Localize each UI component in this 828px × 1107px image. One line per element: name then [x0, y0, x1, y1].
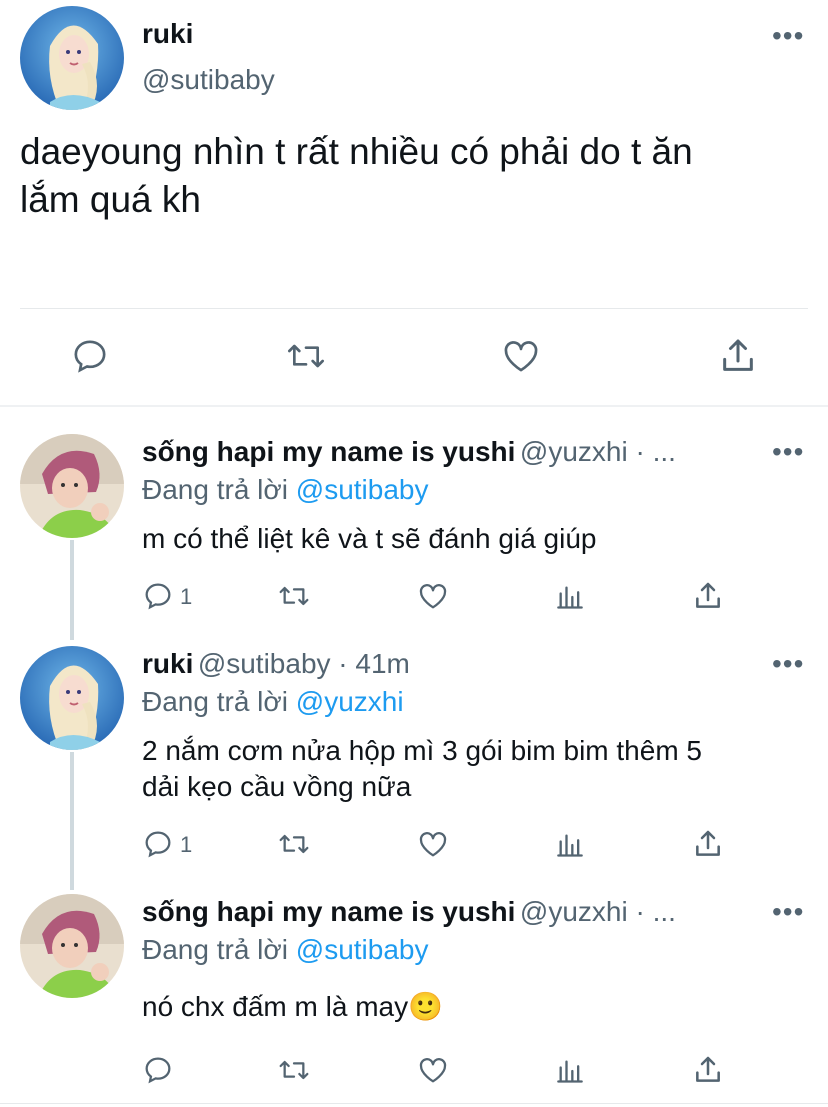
display-name[interactable]: sống hapi my name is yushi [142, 436, 515, 467]
retweet-icon[interactable] [276, 580, 312, 612]
replying-to-link[interactable]: @yuzxhi [296, 686, 404, 717]
analytics-icon[interactable] [556, 830, 584, 860]
more-options-icon[interactable]: ••• [772, 650, 804, 678]
reply-text-line1: 2 nắm cơm nửa hộp mì 3 gói bim bim thêm … [142, 735, 702, 766]
replying-to-label: Đang trả lời [142, 934, 288, 965]
reply-text: m có thể liệt kê và t sẽ đánh giá giúp [142, 523, 597, 554]
handle[interactable]: @sutibaby [142, 64, 275, 96]
display-name[interactable]: ruki [142, 18, 193, 50]
heart-icon[interactable] [500, 336, 542, 376]
more-options-icon[interactable]: ••• [772, 438, 804, 466]
comment-icon[interactable] [70, 336, 110, 376]
heart-icon[interactable] [416, 1054, 450, 1086]
share-icon[interactable] [692, 828, 724, 860]
tweet-text-line1: daeyoung nhìn t rất nhiều có phải do t ă… [20, 131, 693, 172]
retweet-icon[interactable] [276, 1054, 312, 1086]
handle-time[interactable]: @yuzxhi · ... [520, 436, 676, 467]
heart-icon[interactable] [416, 828, 450, 860]
thread-line [70, 752, 74, 890]
reply-count: 1 [180, 832, 193, 857]
share-icon[interactable] [718, 336, 758, 376]
heart-icon[interactable] [416, 580, 450, 612]
thread-line [70, 540, 74, 640]
tweet-text-line2: lắm quá kh [20, 179, 201, 220]
avatar-image [20, 6, 124, 110]
share-icon[interactable] [692, 1054, 724, 1086]
retweet-icon[interactable] [276, 828, 312, 860]
reply-text: nó chx đấm m là may🙂 [142, 991, 443, 1022]
avatar[interactable] [20, 894, 124, 998]
replying-to-link[interactable]: @sutibaby [296, 474, 429, 505]
analytics-icon[interactable] [556, 582, 584, 612]
replying-to-label: Đang trả lời [142, 686, 288, 717]
retweet-icon[interactable] [284, 336, 328, 376]
bottom-divider [0, 1103, 828, 1104]
more-options-icon[interactable]: ••• [772, 22, 804, 50]
handle-time[interactable]: @yuzxhi · ... [520, 896, 676, 927]
avatar[interactable] [20, 6, 124, 110]
replying-to-label: Đang trả lời [142, 474, 288, 505]
display-name[interactable]: sống hapi my name is yushi [142, 896, 515, 927]
reply-text-line2: dải kẹo cầu vồng nữa [142, 771, 412, 802]
avatar[interactable] [20, 646, 124, 750]
share-icon[interactable] [692, 580, 724, 612]
display-name[interactable]: ruki [142, 648, 193, 679]
tweet-divider [20, 308, 808, 309]
comment-icon[interactable] [142, 1054, 174, 1086]
comment-icon[interactable] [142, 828, 174, 860]
comment-icon[interactable] [142, 580, 174, 612]
section-divider [0, 405, 828, 407]
reply-count: 1 [180, 584, 193, 609]
analytics-icon[interactable] [556, 1056, 584, 1086]
avatar[interactable] [20, 434, 124, 538]
replying-to-link[interactable]: @sutibaby [296, 934, 429, 965]
handle-time[interactable]: @sutibaby · 41m [198, 648, 410, 679]
more-options-icon[interactable]: ••• [772, 898, 804, 926]
